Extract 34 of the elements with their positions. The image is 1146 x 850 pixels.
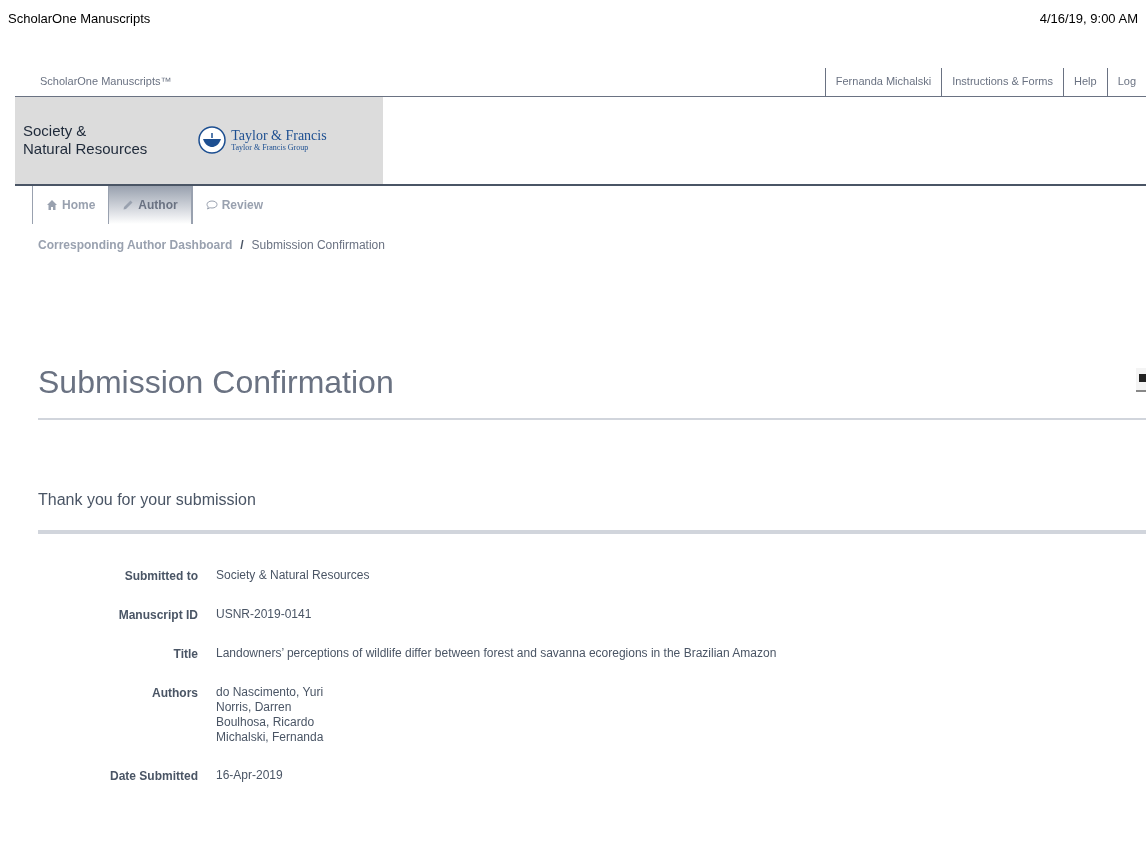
page-heading: Submission Confirmation [38,362,394,402]
field-label: Date Submitted [109,767,198,784]
journal-name: Society & Natural Resources [23,122,148,158]
field-label: Submitted to [123,567,198,584]
breadcrumb-current: Submission Confirmation [251,236,385,254]
field-value: USNR-2019-0141 [216,606,312,622]
field-value: Boulhosa, Ricardo [216,714,315,730]
window-title: ScholarOne Manuscripts [8,10,151,28]
speech-bubble-icon [205,198,218,211]
nav-link[interactable]: Instructions & Forms [941,67,1063,96]
pencil-icon [122,198,135,211]
brand-link[interactable]: ScholarOne Manuscripts™ [15,73,825,90]
field-value: Michalski, Fernanda [216,729,324,745]
publisher-group: Taylor & Francis Group [231,143,327,152]
publisher-name: Taylor & Francis [231,128,327,143]
nav-link[interactable]: Fernanda Michalski [824,67,942,96]
field-label: Manuscript ID [117,606,198,623]
field-label: Authors [151,684,198,702]
nav-tab[interactable]: Author [108,185,192,224]
field-value: Norris, Darren [216,699,292,715]
nav-link[interactable]: Help [1063,67,1107,96]
home-icon [46,198,58,211]
timestamp: 4/16/19, 9:00 AM [1039,10,1138,28]
field-value: Landowners’ perceptions of wildlife differ between forest and savanna ecoregions in the Brazilian Amazon [216,645,777,661]
confirmation-message: Thank you for your submission [38,489,256,510]
field-value: do Nascimento, Yuri [216,684,324,700]
breadcrumb-link[interactable]: Corresponding Author Dashboard [38,235,233,254]
lamp-logo-icon [197,125,228,155]
field-label: Title [172,645,198,662]
field-value: 16-Apr-2019 [216,767,283,783]
print-icon[interactable] [1136,367,1146,392]
field-value: Society & Natural Resources [216,567,370,583]
nav-link[interactable]: Log [1106,67,1146,96]
breadcrumb-separator: / [240,236,244,254]
